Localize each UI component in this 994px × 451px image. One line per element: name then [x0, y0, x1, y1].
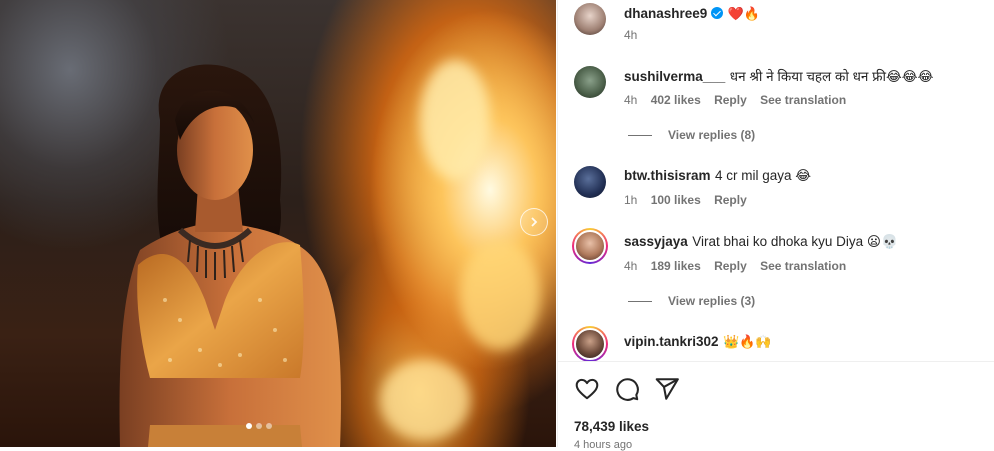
comment-meta: 1h 100 likes Reply [624, 193, 757, 207]
avatar[interactable] [574, 3, 606, 35]
carousel-dot [256, 423, 262, 429]
reply-button[interactable]: Reply [714, 193, 747, 207]
share-icon[interactable] [654, 376, 680, 402]
comment-icon[interactable] [614, 376, 640, 402]
reply-button[interactable]: Reply [714, 93, 747, 107]
view-replies-button[interactable]: View replies (8) [628, 128, 755, 142]
comment-username[interactable]: sushilverma___ [624, 69, 725, 84]
heart-icon[interactable] [574, 376, 600, 402]
carousel-dot [246, 423, 252, 429]
comment-text: 4 cr mil gaya 😂 [714, 168, 812, 183]
post-time: 4 hours ago [574, 439, 633, 451]
caption-meta: 4h [624, 28, 647, 42]
avatar[interactable] [574, 66, 606, 98]
woman-figure [119, 64, 341, 447]
chevron-right-icon [531, 217, 538, 227]
comment-text: धन श्री ने किया चहल को धन फ्री😂😂😂 [729, 69, 934, 84]
caption-line: dhanashree9 ❤️🔥 [624, 5, 760, 23]
likes-count[interactable]: 78,439 likes [574, 419, 649, 434]
post-image [0, 0, 556, 447]
comment-likes[interactable]: 189 likes [651, 259, 701, 273]
comment-time: 4h [624, 259, 638, 273]
avatar[interactable] [574, 166, 606, 198]
caption-username[interactable]: dhanashree9 [624, 6, 707, 21]
comments-panel: dhanashree9 ❤️🔥 4h sushilverma___ धन श्र… [557, 0, 994, 451]
view-replies-button[interactable]: View replies (3) [628, 294, 755, 308]
comment-likes[interactable]: 100 likes [651, 193, 701, 207]
comment-time: 4h [624, 93, 638, 107]
avatar[interactable] [572, 228, 608, 264]
carousel-indicator [246, 423, 272, 429]
comment-text: Virat bhai ko dhoka kyu Diya 😦💀 [692, 234, 898, 249]
comment-meta: 4h 189 likes Reply See translation [624, 259, 856, 273]
avatar-image [574, 230, 606, 262]
post-actions: 78,439 likes 4 hours ago [558, 361, 994, 451]
comment-time: 1h [624, 193, 638, 207]
reply-button[interactable]: Reply [714, 259, 747, 273]
carousel-dot [266, 423, 272, 429]
see-translation-button[interactable]: See translation [760, 93, 846, 107]
comment-meta: 4h 402 likes Reply See translation [624, 93, 856, 107]
avatar[interactable] [572, 326, 608, 362]
avatar-image [574, 328, 606, 360]
carousel-next-button[interactable] [520, 208, 548, 236]
comment-username[interactable]: sassyjaya [624, 234, 688, 249]
comment: btw.thisisram 4 cr mil gaya 😂 [624, 167, 811, 185]
caption-time: 4h [624, 28, 638, 42]
comment-username[interactable]: vipin.tankri302 [624, 334, 719, 349]
caption-text: ❤️🔥 [727, 7, 761, 22]
verified-badge-icon [711, 7, 724, 19]
comment-likes[interactable]: 402 likes [651, 93, 701, 107]
comment: sassyjaya Virat bhai ko dhoka kyu Diya 😦… [624, 233, 898, 251]
comment-username[interactable]: btw.thisisram [624, 168, 711, 183]
comment: vipin.tankri302 👑🔥🙌 [624, 333, 772, 351]
comment-text: 👑🔥🙌 [723, 335, 772, 350]
comment: sushilverma___ धन श्री ने किया चहल को धन… [624, 67, 933, 86]
see-translation-button[interactable]: See translation [760, 259, 846, 273]
